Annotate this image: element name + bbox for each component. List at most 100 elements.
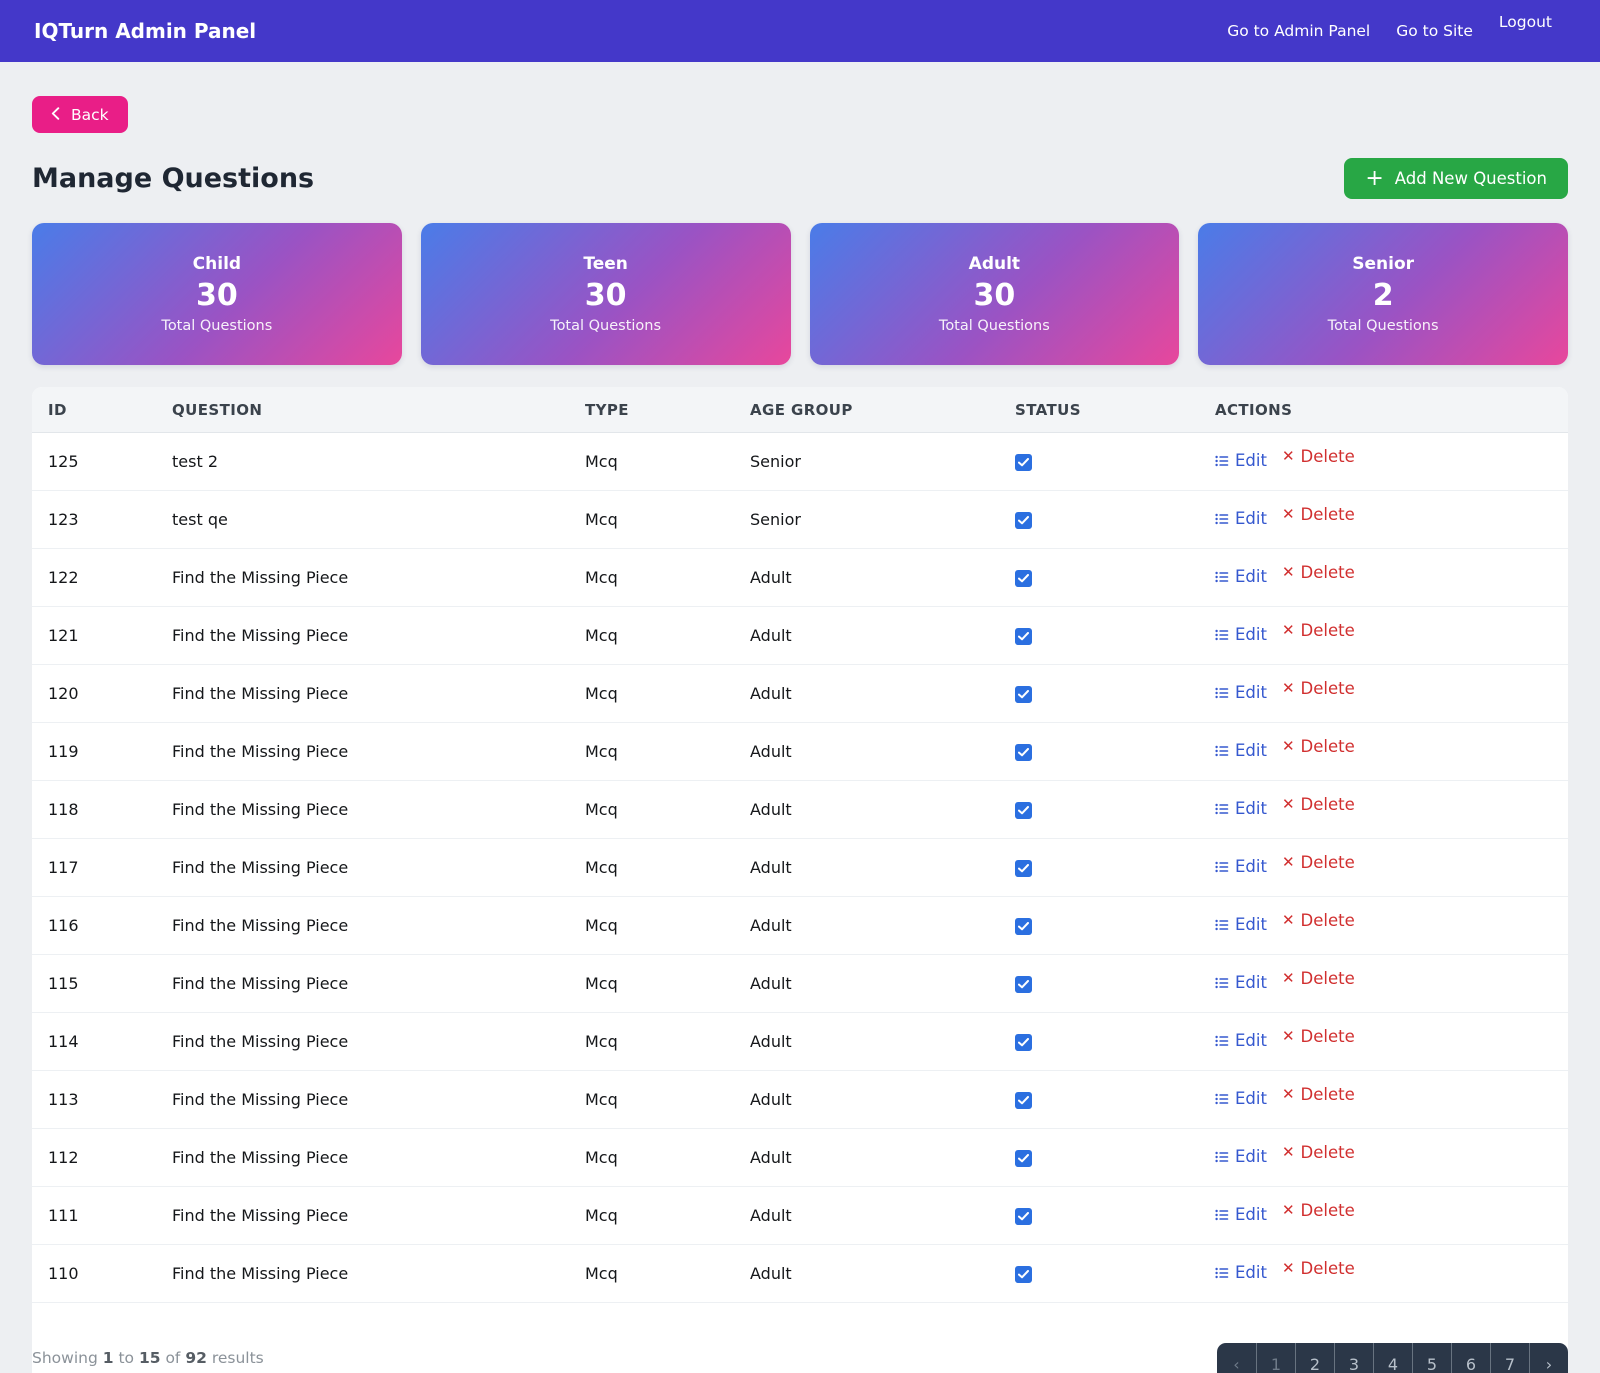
status-checkbox[interactable] xyxy=(1015,860,1032,877)
table-row: 118 Find the Missing Piece Mcq Adult Edit ✕ De… xyxy=(32,780,1568,839)
page-button-1[interactable]: 1 xyxy=(1256,1343,1295,1373)
nav-go-to-site[interactable]: Go to Site xyxy=(1396,22,1473,40)
stat-label: Adult xyxy=(968,254,1021,274)
cell-id: 117 xyxy=(32,838,156,897)
delete-link[interactable]: ✕ Delete xyxy=(1282,505,1355,524)
cell-status xyxy=(999,954,1199,1013)
status-checkbox[interactable] xyxy=(1015,918,1032,935)
status-checkbox[interactable] xyxy=(1015,1266,1032,1283)
delete-label: Delete xyxy=(1300,1143,1355,1163)
delete-link[interactable]: ✕ Delete xyxy=(1282,1027,1355,1046)
cell-question: test 2 xyxy=(156,432,569,491)
page-button-prev[interactable]: ‹ xyxy=(1217,1343,1256,1373)
list-icon xyxy=(1215,628,1229,642)
edit-link[interactable]: Edit xyxy=(1215,915,1267,934)
status-checkbox[interactable] xyxy=(1015,686,1032,703)
page-button-next[interactable]: › xyxy=(1529,1343,1568,1373)
add-new-question-button[interactable]: + Add New Question xyxy=(1344,158,1568,199)
edit-link[interactable]: Edit xyxy=(1215,567,1267,586)
edit-link[interactable]: Edit xyxy=(1215,1147,1267,1166)
status-checkbox[interactable] xyxy=(1015,454,1032,471)
page-button-5[interactable]: 5 xyxy=(1412,1343,1451,1373)
status-checkbox[interactable] xyxy=(1015,802,1032,819)
page-button-2[interactable]: 2 xyxy=(1295,1343,1334,1373)
delete-link[interactable]: ✕ Delete xyxy=(1282,447,1355,466)
delete-link[interactable]: ✕ Delete xyxy=(1282,1259,1355,1278)
edit-link[interactable]: Edit xyxy=(1215,857,1267,876)
edit-label: Edit xyxy=(1235,566,1267,586)
status-checkbox[interactable] xyxy=(1015,628,1032,645)
edit-link[interactable]: Edit xyxy=(1215,1089,1267,1108)
edit-label: Edit xyxy=(1235,450,1267,470)
delete-link[interactable]: ✕ Delete xyxy=(1282,795,1355,814)
table-row: 120 Find the Missing Piece Mcq Adult Edit ✕ De… xyxy=(32,664,1568,723)
cell-actions: Edit ✕ Delete xyxy=(1199,1012,1568,1071)
cell-question: Find the Missing Piece xyxy=(156,1244,569,1303)
cell-type: Mcq xyxy=(569,780,734,839)
delete-link[interactable]: ✕ Delete xyxy=(1282,1201,1355,1220)
edit-link[interactable]: Edit xyxy=(1215,1205,1267,1224)
status-checkbox[interactable] xyxy=(1015,570,1032,587)
status-checkbox[interactable] xyxy=(1015,1208,1032,1225)
edit-link[interactable]: Edit xyxy=(1215,451,1267,470)
status-checkbox[interactable] xyxy=(1015,1092,1032,1109)
cell-question: Find the Missing Piece xyxy=(156,1186,569,1245)
cell-type: Mcq xyxy=(569,722,734,781)
delete-link[interactable]: ✕ Delete xyxy=(1282,621,1355,640)
table-row: 110 Find the Missing Piece Mcq Adult Edit ✕ De… xyxy=(32,1244,1568,1303)
edit-link[interactable]: Edit xyxy=(1215,683,1267,702)
cell-type: Mcq xyxy=(569,432,734,491)
page-button-6[interactable]: 6 xyxy=(1451,1343,1490,1373)
status-checkbox[interactable] xyxy=(1015,1034,1032,1051)
edit-link[interactable]: Edit xyxy=(1215,741,1267,760)
delete-label: Delete xyxy=(1300,563,1355,583)
table-header: ID QUESTION TYPE AGE GROUP STATUS ACTION… xyxy=(32,387,1568,433)
back-button[interactable]: Back xyxy=(32,96,128,133)
nav-go-to-admin-panel[interactable]: Go to Admin Panel xyxy=(1227,22,1370,40)
delete-link[interactable]: ✕ Delete xyxy=(1282,969,1355,988)
cell-status xyxy=(999,1012,1199,1071)
cell-age-group: Adult xyxy=(734,896,999,955)
delete-link[interactable]: ✕ Delete xyxy=(1282,853,1355,872)
delete-link[interactable]: ✕ Delete xyxy=(1282,911,1355,930)
list-icon xyxy=(1215,686,1229,700)
cell-age-group: Adult xyxy=(734,548,999,607)
x-icon: ✕ xyxy=(1281,969,1295,988)
cell-id: 111 xyxy=(32,1186,156,1245)
edit-link[interactable]: Edit xyxy=(1215,1031,1267,1050)
cell-status xyxy=(999,1070,1199,1129)
page-button-3[interactable]: 3 xyxy=(1334,1343,1373,1373)
status-checkbox[interactable] xyxy=(1015,1150,1032,1167)
delete-link[interactable]: ✕ Delete xyxy=(1282,679,1355,698)
delete-label: Delete xyxy=(1300,853,1355,873)
status-checkbox[interactable] xyxy=(1015,744,1032,761)
edit-link[interactable]: Edit xyxy=(1215,973,1267,992)
cell-id: 113 xyxy=(32,1070,156,1129)
cell-status xyxy=(999,490,1199,549)
edit-link[interactable]: Edit xyxy=(1215,625,1267,644)
status-checkbox[interactable] xyxy=(1015,512,1032,529)
stat-card-adult: Adult 30 Total Questions xyxy=(809,223,1180,365)
edit-link[interactable]: Edit xyxy=(1215,799,1267,818)
title-row: Manage Questions + Add New Question xyxy=(32,158,1568,199)
delete-link[interactable]: ✕ Delete xyxy=(1282,1143,1355,1162)
cell-id: 118 xyxy=(32,780,156,839)
delete-link[interactable]: ✕ Delete xyxy=(1282,1085,1355,1104)
nav-logout[interactable]: Logout xyxy=(1499,13,1552,31)
list-icon xyxy=(1215,744,1229,758)
table-row: 125 test 2 Mcq Senior Edit ✕ Delete xyxy=(32,432,1568,491)
cell-question: Find the Missing Piece xyxy=(156,954,569,1013)
summary-to: 15 xyxy=(138,1349,161,1367)
table-row: 114 Find the Missing Piece Mcq Adult Edit ✕ De… xyxy=(32,1012,1568,1071)
page-button-4[interactable]: 4 xyxy=(1373,1343,1412,1373)
stat-value: 30 xyxy=(196,278,238,313)
status-checkbox[interactable] xyxy=(1015,976,1032,993)
cell-status xyxy=(999,548,1199,607)
cell-age-group: Adult xyxy=(734,606,999,665)
delete-link[interactable]: ✕ Delete xyxy=(1282,563,1355,582)
edit-link[interactable]: Edit xyxy=(1215,1263,1267,1282)
top-nav: Go to Admin Panel Go to Site Logout xyxy=(1227,13,1552,40)
edit-link[interactable]: Edit xyxy=(1215,509,1267,528)
page-button-7[interactable]: 7 xyxy=(1490,1343,1529,1373)
delete-link[interactable]: ✕ Delete xyxy=(1282,737,1355,756)
